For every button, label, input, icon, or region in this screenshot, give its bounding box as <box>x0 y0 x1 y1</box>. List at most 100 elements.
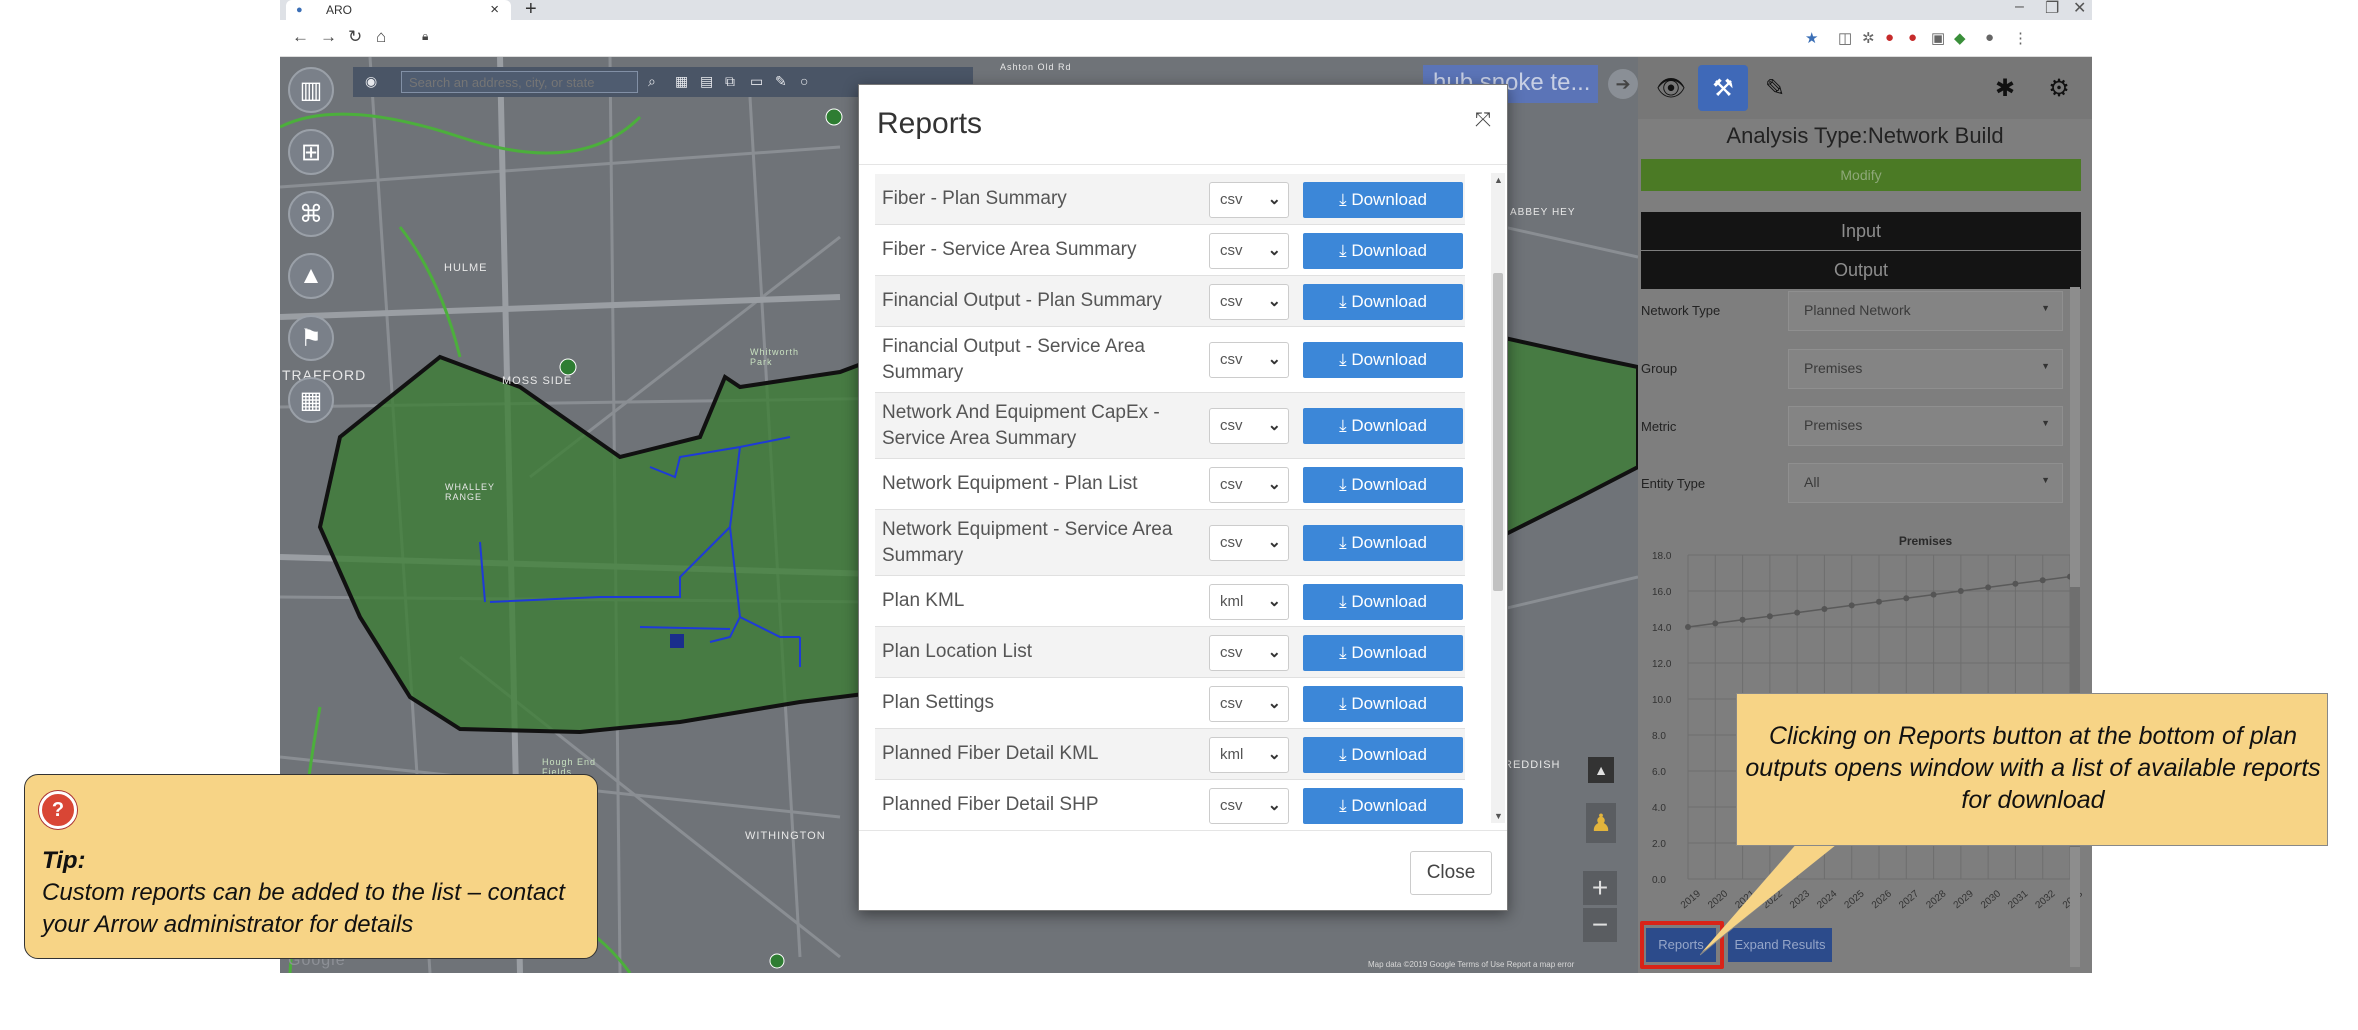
copy-icon[interactable]: ⧉ <box>725 73 735 90</box>
grid-icon[interactable]: ▦ <box>675 73 688 90</box>
report-row: Planned Fiber Detail SHP csv ⌄ ⤓ Download <box>875 780 1465 828</box>
eye-icon[interactable]: 👁︎ <box>1646 65 1696 111</box>
download-button[interactable]: ⤓ Download <box>1303 583 1463 620</box>
download-button[interactable]: ⤓ Download <box>1303 283 1463 320</box>
bookmark-star-icon[interactable]: ★ <box>1805 29 1818 47</box>
report-format-value: csv <box>1220 351 1243 368</box>
chevron-down-icon: ⌄ <box>1267 592 1281 610</box>
hierarchy-tool-icon[interactable]: ⊞ <box>288 129 334 175</box>
flag-tool-icon[interactable]: ⚑ <box>288 315 334 361</box>
panel-scrollbar[interactable] <box>2070 287 2080 967</box>
profile-avatar-icon[interactable]: ● <box>1985 29 1994 46</box>
window-minimize-button[interactable]: – <box>2015 0 2024 16</box>
back-icon[interactable]: ← <box>292 27 309 47</box>
pocket-icon[interactable]: ◫ <box>1838 29 1852 47</box>
file-icon[interactable]: ▤ <box>700 73 713 90</box>
bug-icon[interactable]: ✱ <box>1980 65 2030 111</box>
modify-button[interactable]: Modify <box>1641 159 2081 191</box>
search-icon[interactable]: ⌕ <box>648 73 656 90</box>
group-select[interactable]: Premises ▼ <box>1788 349 2063 389</box>
reload-icon[interactable]: ↻ <box>348 27 362 47</box>
x-tick-label: 2026 <box>1870 888 1894 911</box>
chevron-down-icon: ⌄ <box>1267 292 1281 310</box>
report-format-select[interactable]: csv ⌄ <box>1209 408 1289 444</box>
tip-title: Tip: <box>42 847 86 874</box>
usb-tool-icon[interactable]: ⌘ <box>288 191 334 237</box>
report-format-select[interactable]: kml ⌄ <box>1209 736 1289 773</box>
download-button[interactable]: ⤓ Download <box>1303 466 1463 503</box>
building-tool-icon[interactable]: ▥ <box>288 67 334 113</box>
globe-icon[interactable]: ◉ <box>365 73 377 90</box>
entity-type-select[interactable]: All ▼ <box>1788 463 2063 503</box>
window-close-button[interactable]: ✕ <box>2073 0 2086 18</box>
new-tab-button[interactable]: + <box>525 0 537 21</box>
report-format-select[interactable]: csv ⌄ <box>1209 232 1289 269</box>
tip-callout: ? Tip: Custom reports can be added to th… <box>24 774 598 959</box>
metric-select[interactable]: Premises ▼ <box>1788 406 2063 446</box>
modal-footer: Close <box>859 830 1507 910</box>
modal-scrollbar-thumb[interactable] <box>1493 273 1503 591</box>
modal-collapse-icon[interactable]: ⤧ <box>1475 109 1491 132</box>
browser-tab[interactable]: ● ARO × <box>286 0 511 20</box>
output-section[interactable]: Output <box>1641 251 2081 289</box>
report-format-select[interactable]: csv ⌄ <box>1209 283 1289 320</box>
search-input[interactable] <box>401 71 638 93</box>
tip-text: Custom reports can be added to the list … <box>42 879 565 938</box>
download-button[interactable]: ⤓ Download <box>1303 232 1463 269</box>
pencil-icon[interactable]: ✎ <box>1750 65 1800 111</box>
report-format-select[interactable]: csv ⌄ <box>1209 525 1289 561</box>
lock-icon[interactable]: 🔒︎ <box>422 29 428 44</box>
opera-extension-icon[interactable]: ● <box>1885 29 1894 46</box>
forward-icon[interactable]: → <box>320 27 337 47</box>
download-button[interactable]: ⤓ Download <box>1303 525 1463 561</box>
pegman-icon[interactable]: ♟ <box>1586 803 1616 843</box>
ruler-icon[interactable]: ✎ <box>775 73 787 90</box>
report-format-select[interactable]: kml ⌄ <box>1209 583 1289 620</box>
road-tool-icon[interactable]: ▲ <box>288 253 334 299</box>
analysis-type-label: Analysis Type:Network Build <box>1726 123 2004 148</box>
scroll-up-icon[interactable]: ▲ <box>1494 175 1503 185</box>
color-extension-icon[interactable]: ◆ <box>1954 29 1966 47</box>
report-format-select[interactable]: csv ⌄ <box>1209 181 1289 218</box>
report-format-value: csv <box>1220 475 1243 493</box>
screenshot-extension-icon[interactable]: ▣ <box>1931 29 1945 47</box>
zoom-out-button[interactable]: − <box>1583 908 1617 942</box>
download-button[interactable]: ⤓ Download <box>1303 685 1463 722</box>
input-section[interactable]: Input <box>1641 212 2081 250</box>
download-button[interactable]: ⤓ Download <box>1303 408 1463 444</box>
download-label: Download <box>1351 189 1427 209</box>
download-button[interactable]: ⤓ Download <box>1303 736 1463 773</box>
report-format-select[interactable]: csv ⌄ <box>1209 685 1289 722</box>
download-button[interactable]: ⤓ Download <box>1303 787 1463 824</box>
adblock-icon[interactable]: ● <box>1908 29 1917 46</box>
modal-scrollbar[interactable]: ▲ ▼ <box>1491 173 1505 823</box>
download-button[interactable]: ⤓ Download <box>1303 634 1463 671</box>
tab-close-icon[interactable]: × <box>490 1 499 18</box>
report-format-select[interactable]: csv ⌄ <box>1209 466 1289 503</box>
download-icon: ⤓ <box>1339 291 1352 311</box>
hammer-icon[interactable]: ⚒ <box>1698 65 1748 111</box>
window-maximize-button[interactable]: ❐ <box>2045 0 2059 18</box>
report-format-value: csv <box>1220 292 1243 310</box>
scroll-down-icon[interactable]: ▼ <box>1494 811 1503 821</box>
measure-icon[interactable]: ○ <box>800 73 808 89</box>
map-type-icon[interactable]: ▲ <box>1588 757 1614 783</box>
plan-go-arrow-icon[interactable]: ➔ <box>1608 69 1638 99</box>
y-tick-label: 18.0 <box>1652 551 1672 562</box>
report-format-select[interactable]: csv ⌄ <box>1209 787 1289 824</box>
premises-data-point <box>1903 595 1910 602</box>
extension-icon[interactable]: ✲ <box>1862 29 1875 47</box>
download-button[interactable]: ⤓ Download <box>1303 342 1463 378</box>
download-button[interactable]: ⤓ Download <box>1303 181 1463 218</box>
home-icon[interactable]: ⌂ <box>376 27 386 47</box>
map-attribution: Map data ©2019 Google Terms of Use Repor… <box>1368 960 1575 969</box>
network-type-select[interactable]: Planned Network ▼ <box>1788 291 2063 331</box>
zoom-in-button[interactable]: + <box>1583 871 1617 905</box>
menu-icon[interactable]: ⋮ <box>2013 29 2028 47</box>
report-format-select[interactable]: csv ⌄ <box>1209 342 1289 378</box>
table-tool-icon[interactable]: ▦ <box>288 377 334 423</box>
report-format-select[interactable]: csv ⌄ <box>1209 634 1289 671</box>
gear-icon[interactable]: ⚙ <box>2034 65 2084 111</box>
folder-icon[interactable]: ▭ <box>750 73 763 90</box>
close-button[interactable]: Close <box>1410 851 1492 895</box>
